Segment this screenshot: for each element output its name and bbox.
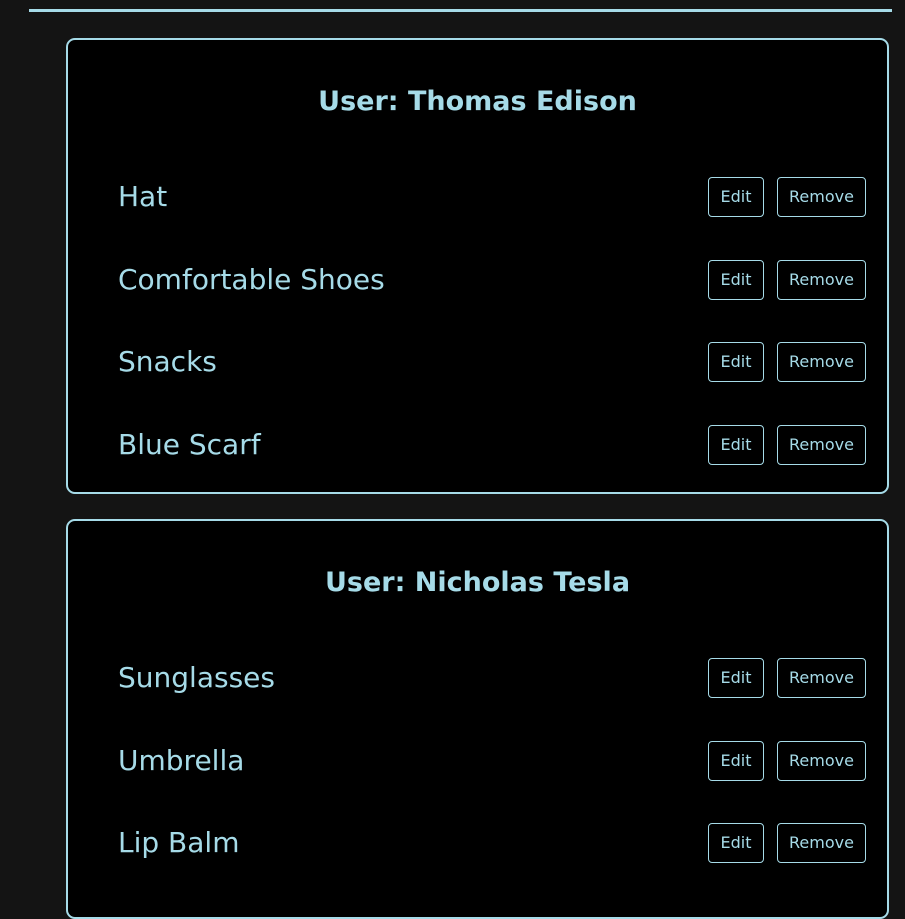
item-name: Blue Scarf: [118, 428, 261, 461]
item-name: Sunglasses: [118, 661, 275, 694]
item-name: Comfortable Shoes: [118, 263, 385, 296]
item-name: Umbrella: [118, 744, 245, 777]
list-item: Blue Scarf Edit Remove: [68, 425, 887, 465]
remove-button[interactable]: Remove: [777, 425, 866, 465]
top-divider: [29, 9, 892, 12]
remove-button[interactable]: Remove: [777, 741, 866, 781]
edit-button[interactable]: Edit: [708, 342, 764, 382]
list-item: Snacks Edit Remove: [68, 342, 887, 382]
remove-button[interactable]: Remove: [777, 823, 866, 863]
edit-button[interactable]: Edit: [708, 658, 764, 698]
list-item: Sunglasses Edit Remove: [68, 658, 887, 698]
list-item: Lip Balm Edit Remove: [68, 823, 887, 863]
remove-button[interactable]: Remove: [777, 177, 866, 217]
item-name: Hat: [118, 180, 168, 213]
edit-button[interactable]: Edit: [708, 823, 764, 863]
remove-button[interactable]: Remove: [777, 658, 866, 698]
remove-button[interactable]: Remove: [777, 260, 866, 300]
edit-button[interactable]: Edit: [708, 425, 764, 465]
user-card-nicholas-tesla: User: Nicholas Tesla Sunglasses Edit Rem…: [66, 519, 889, 919]
list-item: Umbrella Edit Remove: [68, 741, 887, 781]
remove-button[interactable]: Remove: [777, 342, 866, 382]
edit-button[interactable]: Edit: [708, 260, 764, 300]
edit-button[interactable]: Edit: [708, 741, 764, 781]
edit-button[interactable]: Edit: [708, 177, 764, 217]
user-card-thomas-edison: User: Thomas Edison Hat Edit Remove Comf…: [66, 38, 889, 494]
item-name: Snacks: [118, 345, 217, 378]
item-name: Lip Balm: [118, 826, 240, 859]
list-item: Comfortable Shoes Edit Remove: [68, 260, 887, 300]
list-item: Hat Edit Remove: [68, 177, 887, 217]
user-card-title: User: Nicholas Tesla: [324, 567, 631, 598]
user-card-title: User: Thomas Edison: [318, 86, 637, 117]
